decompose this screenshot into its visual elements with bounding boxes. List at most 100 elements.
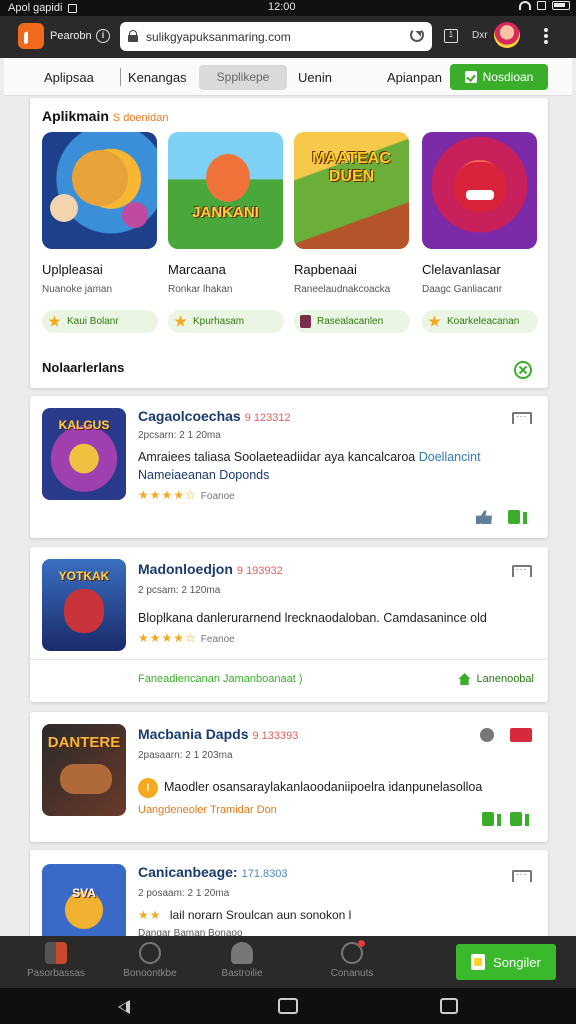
card-description: Amraiees taliasa Soolaeteadiidar aya kan… [138,450,481,464]
avatar[interactable] [494,22,520,48]
rating-label: Foanoe [200,491,235,502]
app-tag[interactable]: Rasealacanlen [294,310,410,333]
card-meta: 2pcsarn: 2 1 20ma [138,430,221,441]
app-card[interactable]: SVA Canicanbeage: 171.8303 2 posaam: 2 1 … [30,850,548,936]
tabs-icon[interactable]: 1 [444,29,458,43]
star-icon [428,315,441,327]
app-thumbnail[interactable]: JANKANI [168,132,283,249]
card-rating: ★★ lail norarn Sroulcan aun sonokon l [138,908,351,922]
card-footer-link[interactable]: Faneadiencanan Jamanboanaat ) [138,673,303,685]
featured-app[interactable]: MAATEAC DUEN Rapbenaai Raneelaudnakcoack… [294,132,412,333]
rating-stars: ★★ [138,908,162,922]
card-footer-link[interactable]: Uangdeneoler Tramidar Don [138,804,277,816]
recents-icon[interactable] [440,998,458,1014]
card-description-2: Nameiaeanan Doponds [138,468,270,482]
card-footer-action-label: Lanenoobal [476,673,534,685]
back-icon[interactable] [118,1000,130,1014]
card-code: 9 193932 [236,565,283,577]
bottom-nav-label: Conanuts [330,968,374,979]
card-code: 9 123312 [244,412,291,424]
featured-app[interactable]: JANKANI Marcaana Ronkar lhakan Kpurhasam [168,132,286,333]
app-card[interactable]: DANTERE Macbania Dapds 9 133393 2pasaarn:… [30,712,548,842]
bookmark-icon [300,315,311,328]
close-circle-icon[interactable] [514,361,532,379]
check-icon [464,71,477,83]
app-thumbnail[interactable] [422,132,537,249]
card-title[interactable]: Macbania Dapds 9 133393 [138,726,298,742]
card-code: 9 133393 [252,730,299,742]
nav-action-button[interactable]: Nosdioan [450,64,548,90]
url-text[interactable]: sulikgyapuksanmaring.com [146,30,291,44]
more-icon[interactable] [512,867,532,882]
bottom-nav-item[interactable]: Bastroilie [202,942,282,979]
more-icon[interactable] [512,409,532,424]
app-name[interactable]: Clelavanlasar [422,262,501,277]
nav-item-0[interactable]: Aplipsaa [44,70,94,85]
status-left-text: Apol gapidi [8,2,63,14]
section-heading: Nolaarlerlans [42,360,125,375]
nav-item-1[interactable]: Kenangas [128,70,187,85]
app-thumbnail[interactable]: SVA [42,864,126,936]
like-icon[interactable] [482,812,502,826]
card-title[interactable]: Madonloedjon 9 193932 [138,561,283,577]
app-tag[interactable]: Koarkeleacanan [422,310,538,333]
flag-icon[interactable] [510,728,532,742]
card-footer-action[interactable]: Lanenoobal [458,673,534,685]
brand-name: Pearobn [50,30,92,42]
card-title-text: Madonloedjon [138,561,233,577]
address-bar[interactable]: sulikgyapuksanmaring.com [120,22,432,51]
share-icon[interactable] [510,812,530,826]
app-card[interactable]: YOTKAK Madonloedjon 9 193932 2 pcsam: 2 1… [30,547,548,702]
top-nav: Aplipsaa Kenangas Spplikepe Uenin Apianp… [4,58,572,96]
thumb-up-icon[interactable] [476,510,492,524]
app-desc: Daagc Ganliacanr [422,284,503,295]
featured-title: Aplikmain S doenidan [42,108,168,124]
rating-label: Feanoe [200,634,235,645]
thumb-title: JANKANI [192,204,259,221]
app-thumbnail[interactable]: MAATEAC DUEN [294,132,409,249]
bottom-nav-item[interactable]: Conanuts [312,940,392,979]
app-name[interactable]: Uplpleasai [42,262,103,277]
install-button[interactable]: Songiler [456,944,556,980]
card-meta: 2 posaam: 2 1 20ma [138,888,230,899]
app-name[interactable]: Marcaana [168,262,226,277]
app-thumbnail[interactable]: KALGUS [42,408,126,500]
info-circle-icon[interactable] [480,728,494,742]
grid-icon [45,942,67,964]
nav-item-3[interactable]: Uenin [298,70,332,85]
thumb-title: KALGUS [58,418,110,432]
card-meta-2: Dangar Baman Bonaoo [138,928,243,936]
app-name[interactable]: Rapbenaai [294,262,357,277]
bottom-nav-item[interactable]: Bonoontkbe [110,942,190,979]
app-thumbnail[interactable]: YOTKAK [42,559,126,651]
app-thumbnail[interactable]: DANTERE [42,724,126,816]
menu-kebab-icon[interactable] [544,28,548,44]
info-icon[interactable]: i [96,29,110,43]
home-button-icon[interactable] [278,998,298,1014]
bottom-nav-item[interactable]: Pasorbassas [16,942,96,979]
featured-app[interactable]: Uplpleasai Nuanoke jaman Kaui Bolanr [42,132,160,333]
system-nav [0,988,576,1024]
app-thumbnail[interactable] [42,132,157,249]
battery-icon [552,1,570,10]
app-desc: Raneelaudnakcoacka [294,284,391,295]
card-title[interactable]: Canicanbeage: 171.8303 [138,864,287,880]
card-title[interactable]: Cagaolcoechas 9 123312 [138,408,291,424]
more-icon[interactable] [512,562,532,577]
thumb-title: YOTKAK [58,569,110,583]
share-icon[interactable] [508,510,528,524]
chat-icon [139,942,161,964]
card-rating: ★★★★☆ Feanoe [138,631,235,645]
app-logo-icon[interactable] [18,23,44,49]
card-link[interactable]: Doellancint [419,450,481,464]
signal-icon [537,1,546,10]
nav-item-4[interactable]: Apianpan [387,70,442,85]
install-icon [471,954,486,970]
app-tag[interactable]: Kaui Bolanr [42,310,158,333]
reload-icon[interactable] [410,28,424,42]
app-tag[interactable]: Kpurhasam [168,310,284,333]
featured-app[interactable]: Clelavanlasar Daagc Ganliacanr Koarkelea… [422,132,540,333]
card-title-text: Cagaolcoechas [138,408,241,424]
nav-item-active[interactable]: Spplikepe [199,65,287,90]
app-card[interactable]: KALGUS Cagaolcoechas 9 123312 2pcsarn: 2 … [30,396,548,538]
